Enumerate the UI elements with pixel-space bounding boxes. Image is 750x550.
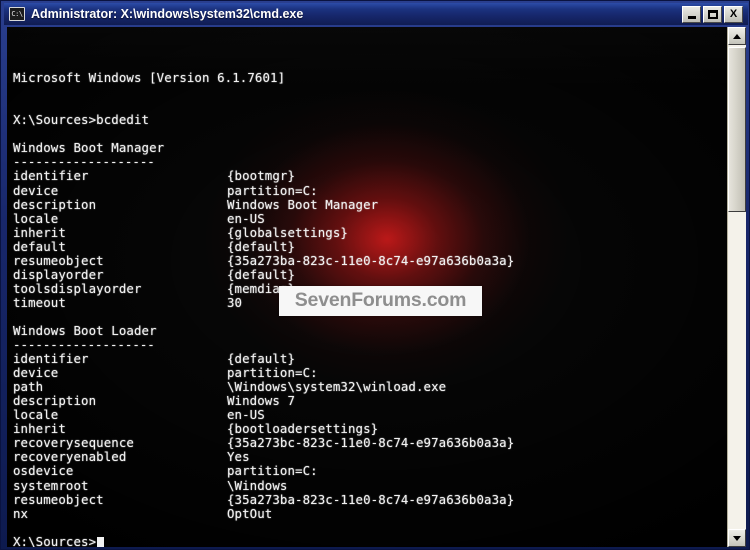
property-value: en-US xyxy=(227,407,265,423)
property-key: nx xyxy=(13,505,29,521)
property-key: identifier xyxy=(13,351,89,367)
console-property-row: resumeobject {35a273ba-823c-11e0-8c74-e97… xyxy=(13,491,745,507)
property-key: toolsdisplayorder xyxy=(13,280,142,296)
scroll-up-button[interactable] xyxy=(728,27,746,45)
chevron-up-icon xyxy=(733,33,741,39)
property-value: {bootloadersettings} xyxy=(227,421,379,437)
property-value: {default} xyxy=(227,266,296,282)
property-key: recoveryenabled xyxy=(13,449,127,465)
property-key: device xyxy=(13,182,59,198)
property-key: inherit xyxy=(13,224,66,240)
property-value: {35a273bc-823c-11e0-8c74-e97a636b0a3a} xyxy=(227,435,515,451)
property-value: {globalsettings} xyxy=(227,224,348,240)
property-value: {default} xyxy=(227,238,296,254)
console-property-row: recoveryenabled Yes xyxy=(13,450,745,464)
property-value: OptOut xyxy=(227,505,273,521)
property-value: \Windows\system32\winload.exe xyxy=(227,379,447,395)
watermark: SevenForums.com xyxy=(279,286,482,316)
window-title: Administrator: X:\windows\system32\cmd.e… xyxy=(31,7,304,21)
property-value: Windows Boot Manager xyxy=(227,196,379,212)
cmd-console-icon: C:\ xyxy=(9,7,25,21)
property-key: default xyxy=(13,238,66,254)
console-property-row: locale en-US xyxy=(13,408,745,422)
cmd-console-icon-label: C:\ xyxy=(11,9,23,18)
property-value: 30 xyxy=(227,294,243,310)
console-property-row: recoverysequence {35a273bc-823c-11e0-8c74… xyxy=(13,436,745,450)
prompt-text: X:\Sources> xyxy=(13,533,97,547)
close-icon: X xyxy=(729,7,738,20)
prompt-command-line: X:\Sources>bcdedit xyxy=(13,112,150,128)
console-output-area[interactable]: Microsoft Windows [Version 6.1.7601] X:\… xyxy=(7,27,745,547)
property-value: {35a273ba-823c-11e0-8c74-e97a636b0a3a} xyxy=(227,491,515,507)
property-value: en-US xyxy=(227,210,265,226)
console-property-row: identifier {bootmgr} xyxy=(13,169,745,183)
property-key: locale xyxy=(13,407,59,423)
property-key: description xyxy=(13,393,97,409)
property-key: resumeobject xyxy=(13,252,104,268)
property-key: path xyxy=(13,379,44,395)
console-property-row: inherit {bootloadersettings} xyxy=(13,422,745,436)
scrollbar-thumb[interactable] xyxy=(728,47,746,212)
console-property-row: identifier {default} xyxy=(13,352,745,366)
property-key: device xyxy=(13,365,59,381)
console-property-row: path \Windows\system32\winload.exe xyxy=(13,380,745,394)
property-value: {35a273ba-823c-11e0-8c74-e97a636b0a3a} xyxy=(227,252,515,268)
section-rule: ------------------- xyxy=(13,337,155,353)
title-bar[interactable]: C:\ Administrator: X:\windows\system32\c… xyxy=(4,3,748,25)
property-value: partition=C: xyxy=(227,182,318,198)
watermark-label: SevenForums.com xyxy=(294,289,467,312)
minimize-icon xyxy=(687,15,696,19)
section-rule: ------------------- xyxy=(13,154,155,170)
property-key: displayorder xyxy=(13,266,104,282)
property-value: {bootmgr} xyxy=(227,168,296,184)
console-property-row: locale en-US xyxy=(13,210,745,226)
console-property-row: osdevice partition=C: xyxy=(13,464,745,478)
maximize-button[interactable] xyxy=(703,5,722,23)
vertical-scrollbar[interactable] xyxy=(727,27,746,547)
property-key: description xyxy=(13,196,97,212)
console-property-row: nx OptOut xyxy=(13,505,745,521)
console-window: C:\ Administrator: X:\windows\system32\c… xyxy=(0,0,750,550)
console-property-row: resumeobject {35a273ba-823c-11e0-8c74-e97… xyxy=(13,252,745,268)
scroll-down-button[interactable] xyxy=(728,529,746,547)
section-heading: Windows Boot Manager xyxy=(13,140,165,156)
maximize-icon xyxy=(707,9,718,19)
minimize-button[interactable] xyxy=(682,5,701,23)
chevron-down-icon xyxy=(733,535,741,541)
property-key: systemroot xyxy=(13,477,89,493)
close-button[interactable]: X xyxy=(724,5,743,23)
property-value: partition=C: xyxy=(227,463,318,479)
console-property-row: description Windows 7 xyxy=(13,394,745,408)
console-property-row: description Windows Boot Manager xyxy=(13,196,745,212)
console-property-row: device partition=C: xyxy=(13,182,745,198)
property-key: inherit xyxy=(13,421,66,437)
text-cursor xyxy=(97,536,105,547)
console-property-row: systemroot \Windows xyxy=(13,477,745,493)
property-value: Yes xyxy=(227,449,250,465)
property-value: {default} xyxy=(227,351,296,367)
console-property-row: inherit {globalsettings} xyxy=(13,224,745,240)
property-value: Windows 7 xyxy=(227,393,296,409)
property-key: resumeobject xyxy=(13,491,104,507)
property-value: \Windows xyxy=(227,477,288,493)
console-property-row: displayorder {default} xyxy=(13,266,745,282)
console-property-row: device partition=C: xyxy=(13,366,745,380)
property-key: timeout xyxy=(13,294,66,310)
final-prompt-line[interactable]: X:\Sources> xyxy=(13,533,745,547)
section-heading: Windows Boot Loader xyxy=(13,322,157,338)
property-key: osdevice xyxy=(13,463,74,479)
window-controls: X xyxy=(682,5,743,23)
property-key: recoverysequence xyxy=(13,435,134,451)
console-property-row: default {default} xyxy=(13,238,745,254)
property-key: identifier xyxy=(13,168,89,184)
property-value: partition=C: xyxy=(227,365,318,381)
property-key: locale xyxy=(13,210,59,226)
version-line: Microsoft Windows [Version 6.1.7601] xyxy=(13,70,286,86)
